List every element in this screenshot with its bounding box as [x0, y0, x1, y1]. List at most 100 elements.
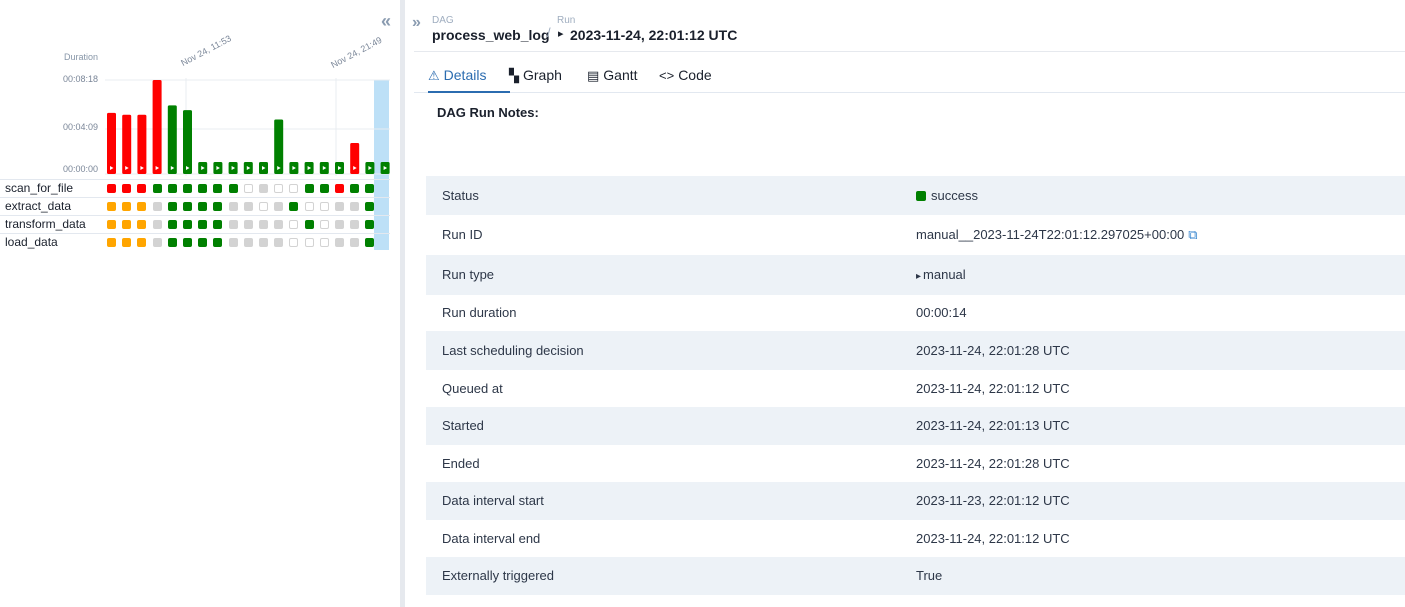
- task-instance-cell[interactable]: [152, 184, 162, 193]
- task-instance-cell[interactable]: [304, 220, 314, 229]
- task-instance-cell[interactable]: [213, 220, 223, 229]
- run-duration-bar[interactable]: [274, 119, 284, 174]
- task-instance-cell[interactable]: [213, 202, 223, 211]
- task-instance-cell[interactable]: [335, 220, 344, 229]
- expand-panel-icon[interactable]: »: [412, 14, 421, 32]
- tab-graph[interactable]: ▚ Graph: [509, 56, 562, 93]
- panel-splitter[interactable]: [400, 0, 405, 607]
- task-instance-cell[interactable]: [198, 220, 208, 229]
- run-duration-bar[interactable]: [137, 114, 147, 174]
- task-instance-cell[interactable]: [289, 238, 299, 247]
- task-instance-cell[interactable]: [365, 184, 375, 193]
- run-duration-bar[interactable]: [167, 105, 177, 174]
- task-instance-cell[interactable]: [228, 220, 238, 229]
- task-instance-cell[interactable]: [243, 202, 253, 211]
- task-instance-cell[interactable]: [137, 220, 147, 229]
- task-instance-cell[interactable]: [107, 238, 116, 247]
- copy-icon[interactable]: ⧉: [1188, 227, 1197, 243]
- task-instance-cell[interactable]: [289, 202, 299, 211]
- task-instance-cell[interactable]: [350, 184, 360, 193]
- task-instance-cell[interactable]: [198, 238, 208, 247]
- task-instance-cell[interactable]: [365, 220, 375, 229]
- task-instance-cell[interactable]: [259, 220, 268, 229]
- task-instance-cell[interactable]: [152, 202, 162, 211]
- task-row[interactable]: transform_data: [0, 215, 390, 233]
- task-instance-cell[interactable]: [335, 238, 344, 247]
- task-name-label[interactable]: load_data: [5, 235, 58, 249]
- task-instance-cell[interactable]: [274, 220, 284, 229]
- task-instance-cell[interactable]: [167, 220, 177, 229]
- task-instance-cell[interactable]: [304, 238, 314, 247]
- task-instance-cell[interactable]: [228, 238, 238, 247]
- task-instance-cell[interactable]: [259, 202, 268, 211]
- task-instance-cell[interactable]: [319, 184, 329, 193]
- task-row[interactable]: load_data: [0, 233, 390, 251]
- task-instance-cell[interactable]: [319, 202, 329, 211]
- task-instance-cell[interactable]: [198, 184, 208, 193]
- task-instance-cell[interactable]: [289, 184, 299, 193]
- task-instance-cell[interactable]: [350, 220, 360, 229]
- task-instance-cell[interactable]: [365, 238, 375, 247]
- run-duration-bar[interactable]: [122, 114, 132, 174]
- run-duration-bar[interactable]: [107, 112, 116, 174]
- task-instance-cell[interactable]: [319, 238, 329, 247]
- task-instance-cell[interactable]: [107, 220, 116, 229]
- run-play-icon: ▸: [558, 28, 564, 40]
- tab-gantt[interactable]: ▤ Gantt: [587, 56, 638, 93]
- task-instance-cell[interactable]: [335, 202, 344, 211]
- task-instance-cell[interactable]: [274, 202, 284, 211]
- task-instance-cell[interactable]: [167, 184, 177, 193]
- task-instance-cell[interactable]: [152, 238, 162, 247]
- run-duration-bar[interactable]: [183, 110, 192, 174]
- task-row[interactable]: scan_for_file: [0, 179, 390, 197]
- task-instance-cell[interactable]: [304, 184, 314, 193]
- task-instance-cell[interactable]: [167, 202, 177, 211]
- task-instance-cell[interactable]: [274, 238, 284, 247]
- task-instance-cell[interactable]: [122, 238, 132, 247]
- task-instance-cell[interactable]: [183, 238, 192, 247]
- task-instance-cell[interactable]: [137, 202, 147, 211]
- tab-code[interactable]: <> Code: [659, 56, 712, 93]
- task-instance-cell[interactable]: [304, 202, 314, 211]
- task-instance-cell[interactable]: [228, 202, 238, 211]
- task-row[interactable]: extract_data: [0, 197, 390, 215]
- task-instance-cell[interactable]: [198, 202, 208, 211]
- task-instance-cell[interactable]: [243, 220, 253, 229]
- task-instance-cell[interactable]: [350, 238, 360, 247]
- task-name-label[interactable]: extract_data: [5, 199, 71, 213]
- run-duration-bar[interactable]: [152, 80, 162, 174]
- dag-id-link[interactable]: process_web_log: [432, 27, 550, 43]
- task-instance-cell[interactable]: [365, 202, 375, 211]
- task-instance-cell[interactable]: [137, 238, 147, 247]
- run-details-table: Status success Run ID manual__2023-11-24T22…: [426, 176, 1405, 595]
- task-instance-cell[interactable]: [122, 202, 132, 211]
- task-instance-cell[interactable]: [213, 238, 223, 247]
- task-instance-cell[interactable]: [122, 220, 132, 229]
- task-instance-cell[interactable]: [137, 184, 147, 193]
- task-instance-cell[interactable]: [335, 184, 344, 193]
- task-instance-cell[interactable]: [289, 220, 299, 229]
- task-instance-cell[interactable]: [213, 184, 223, 193]
- task-instance-cell[interactable]: [228, 184, 238, 193]
- task-instance-cell[interactable]: [243, 238, 253, 247]
- task-instance-cell[interactable]: [167, 238, 177, 247]
- task-instance-cell[interactable]: [350, 202, 360, 211]
- task-instance-cell[interactable]: [274, 184, 284, 193]
- task-instance-cell[interactable]: [183, 220, 192, 229]
- task-instance-cell[interactable]: [107, 184, 116, 193]
- task-instance-cell[interactable]: [259, 238, 268, 247]
- task-name-label[interactable]: scan_for_file: [5, 181, 73, 195]
- task-instance-cell[interactable]: [152, 220, 162, 229]
- task-instance-cell[interactable]: [243, 184, 253, 193]
- task-instance-cell[interactable]: [107, 202, 116, 211]
- task-instance-cell[interactable]: [122, 184, 132, 193]
- run-id-label[interactable]: 2023-11-24, 22:01:12 UTC: [570, 27, 737, 43]
- task-instance-cell[interactable]: [319, 220, 329, 229]
- task-instance-cell[interactable]: [183, 184, 192, 193]
- detail-row: Status success: [426, 176, 1405, 215]
- task-instance-cell[interactable]: [259, 184, 268, 193]
- tab-details[interactable]: ⚠ Details: [428, 56, 510, 93]
- task-instance-cell[interactable]: [183, 202, 192, 211]
- run-duration-bar[interactable]: [350, 142, 360, 174]
- task-name-label[interactable]: transform_data: [5, 217, 86, 231]
